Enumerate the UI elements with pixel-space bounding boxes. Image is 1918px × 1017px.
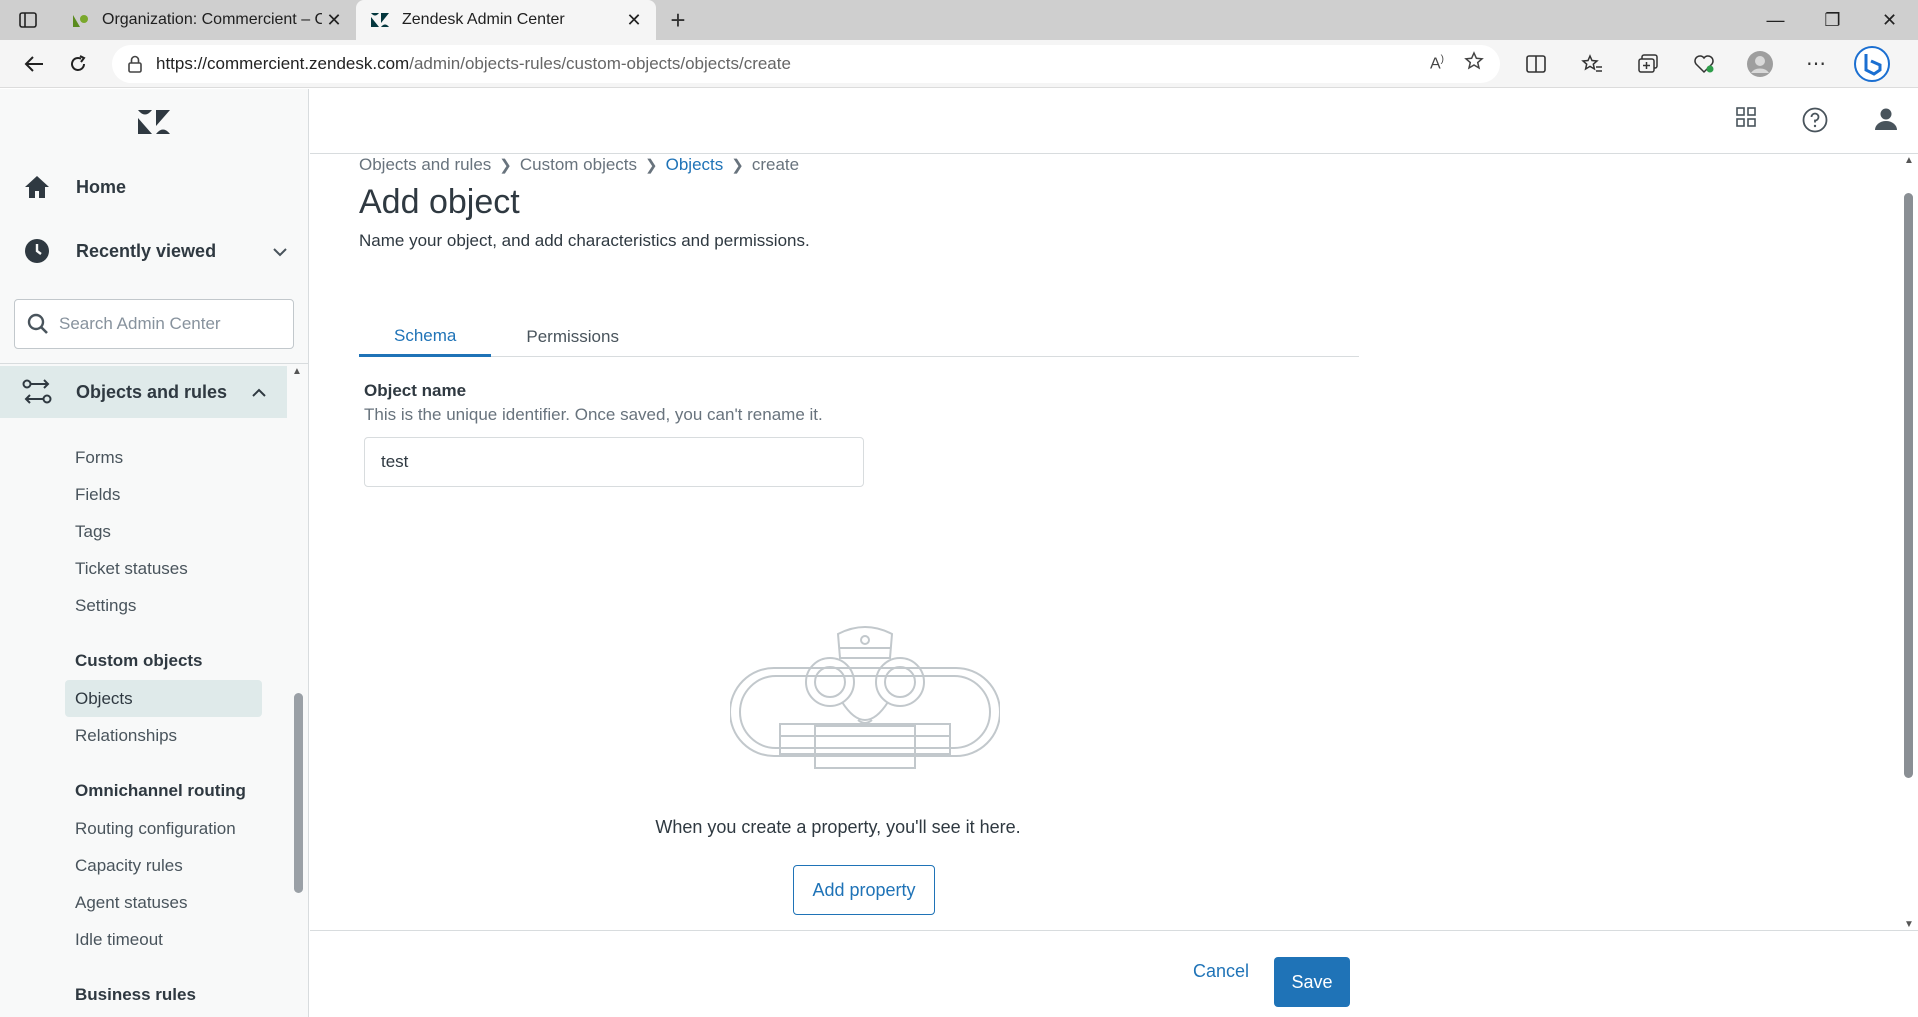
favorite-star-icon[interactable] <box>1464 51 1484 76</box>
browser-tab-admin-center[interactable]: Zendesk Admin Center ✕ <box>356 0 656 40</box>
help-icon[interactable] <box>1802 107 1828 138</box>
sidebar-item-agent-statuses[interactable]: Agent statuses <box>0 884 287 921</box>
user-profile-icon[interactable] <box>1874 107 1898 138</box>
back-icon[interactable] <box>12 46 56 82</box>
admin-top-bar <box>310 89 1918 154</box>
sidebar-item-label: Recently viewed <box>76 240 217 261</box>
search-admin-center-input[interactable]: Search Admin Center <box>14 299 294 349</box>
main-scrollbar[interactable]: ▲ ▼ <box>1900 155 1918 930</box>
sidebar-group-custom-objects: Custom objects <box>75 651 203 670</box>
sidebar-group-business-rules[interactable]: Business rules <box>0 976 287 1014</box>
chevron-right-icon: ❯ <box>645 157 658 174</box>
sidebar-item-relationships[interactable]: Relationships <box>0 717 287 754</box>
url-host: https://commercient.zendesk.com <box>156 53 410 73</box>
bing-copilot-icon[interactable] <box>1850 45 1894 82</box>
sidebar-item-objects[interactable]: Objects <box>65 680 262 717</box>
sidebar-scroll-thumb[interactable] <box>294 693 303 893</box>
address-bar: https://commercient.zendesk.com/admin/ob… <box>0 40 1918 88</box>
sidebar-section-objects-and-rules[interactable]: Objects and rules <box>0 366 287 418</box>
browser-tab-bar: Organization: Commercient – Co ✕ Zendesk… <box>0 0 1918 40</box>
browser-essentials-icon[interactable] <box>1682 46 1726 82</box>
chevron-up-icon[interactable] <box>251 382 267 403</box>
tab-title: Zendesk Admin Center <box>402 11 565 28</box>
clock-icon <box>22 236 52 266</box>
sidebar-item-fields[interactable]: Fields <box>0 476 287 513</box>
reload-icon[interactable] <box>56 46 100 82</box>
sidebar-item-recently-viewed[interactable]: Recently viewed <box>0 219 308 283</box>
lock-icon[interactable] <box>128 55 142 73</box>
new-tab-icon[interactable]: + <box>656 0 700 40</box>
collections-icon[interactable] <box>1626 46 1670 82</box>
sidebar-item-forms[interactable]: Forms <box>0 439 287 476</box>
object-name-hint: This is the unique identifier. Once save… <box>364 405 823 424</box>
close-tab-icon[interactable]: ✕ <box>322 8 346 32</box>
tab-actions-icon[interactable] <box>0 0 56 40</box>
url-field[interactable]: https://commercient.zendesk.com/admin/ob… <box>112 44 1500 83</box>
binoculars-illustration-icon <box>729 620 1001 775</box>
more-options-icon[interactable]: ⋯ <box>1794 46 1838 82</box>
objects-rules-icon <box>22 378 52 406</box>
add-property-button[interactable]: Add property <box>793 865 935 915</box>
scroll-down-icon[interactable]: ▼ <box>1904 919 1914 930</box>
breadcrumb-custom-objects[interactable]: Custom objects <box>520 155 637 175</box>
sidebar-item-idle-timeout[interactable]: Idle timeout <box>0 921 287 958</box>
zendesk-logo-icon[interactable] <box>0 89 308 155</box>
main-content: Objects and rules ❯ Custom objects ❯ Obj… <box>310 155 1900 930</box>
save-button[interactable]: Save <box>1274 957 1350 1007</box>
sidebar-divider <box>0 363 308 364</box>
home-icon <box>22 172 52 202</box>
sidebar-item-tags[interactable]: Tags <box>0 513 287 550</box>
sidebar-item-home[interactable]: Home <box>0 155 308 219</box>
cancel-button[interactable]: Cancel <box>1193 961 1249 982</box>
sidebar-item-label: Home <box>76 176 127 197</box>
section-label: Objects and rules <box>76 381 228 402</box>
split-screen-icon[interactable] <box>1514 46 1558 82</box>
close-window-icon[interactable]: ✕ <box>1861 0 1918 40</box>
browser-tab-organization[interactable]: Organization: Commercient – Co ✕ <box>56 0 356 40</box>
search-icon <box>27 313 49 335</box>
breadcrumb-objects[interactable]: Objects <box>666 155 724 175</box>
page-title: Add object <box>359 183 520 221</box>
minimize-icon[interactable]: — <box>1747 0 1804 40</box>
breadcrumb-current: create <box>751 155 800 174</box>
admin-sidebar: Home Recently viewed Search Admin Center… <box>0 89 309 1017</box>
breadcrumb-objects-and-rules[interactable]: Objects and rules <box>359 155 491 175</box>
chevron-right-icon: ❯ <box>499 157 512 174</box>
sidebar-item-settings[interactable]: Settings <box>0 587 287 624</box>
sidebar-group-omnichannel-routing: Omnichannel routing <box>75 781 246 800</box>
main-scroll-thumb[interactable] <box>1904 193 1913 778</box>
profile-avatar-icon[interactable] <box>1738 46 1782 82</box>
zendesk-icon <box>370 10 390 30</box>
tab-permissions[interactable]: Permissions <box>491 317 654 357</box>
product-tray-icon[interactable] <box>1736 107 1756 138</box>
url-path: /admin/objects-rules/custom-objects/obje… <box>409 53 791 73</box>
tab-schema[interactable]: Schema <box>359 317 492 357</box>
form-footer: Cancel Save <box>310 930 1918 1017</box>
read-aloud-icon[interactable]: A) <box>1430 54 1444 73</box>
zendesk-green-icon <box>70 10 90 30</box>
chevron-right-icon: ❯ <box>731 157 744 174</box>
breadcrumb: Objects and rules ❯ Custom objects ❯ Obj… <box>359 155 799 175</box>
search-placeholder: Search Admin Center <box>59 314 221 333</box>
tab-title: Organization: Commercient – Co <box>102 11 322 28</box>
close-tab-icon[interactable]: ✕ <box>622 8 646 32</box>
object-name-label: Object name <box>364 381 467 400</box>
sidebar-item-routing-configuration[interactable]: Routing configuration <box>0 810 287 847</box>
sidebar-scrollbar[interactable]: ▲ <box>291 366 305 1016</box>
scroll-up-icon[interactable]: ▲ <box>1904 155 1914 166</box>
object-tabs: Schema Permissions <box>359 317 1359 357</box>
page-subtitle: Name your object, and add characteristic… <box>359 231 810 250</box>
object-name-input[interactable] <box>364 437 864 487</box>
restore-icon[interactable]: ❐ <box>1804 0 1861 40</box>
sidebar-item-capacity-rules[interactable]: Capacity rules <box>0 847 287 884</box>
sidebar-item-ticket-statuses[interactable]: Ticket statuses <box>0 550 287 587</box>
sidebar-subnav: Forms Fields Tags Ticket statuses Settin… <box>0 439 287 1014</box>
empty-state-text: When you create a property, you'll see i… <box>655 817 1021 837</box>
chevron-down-icon[interactable] <box>272 241 288 262</box>
favorites-icon[interactable] <box>1570 46 1614 82</box>
scroll-up-icon[interactable]: ▲ <box>292 366 302 377</box>
